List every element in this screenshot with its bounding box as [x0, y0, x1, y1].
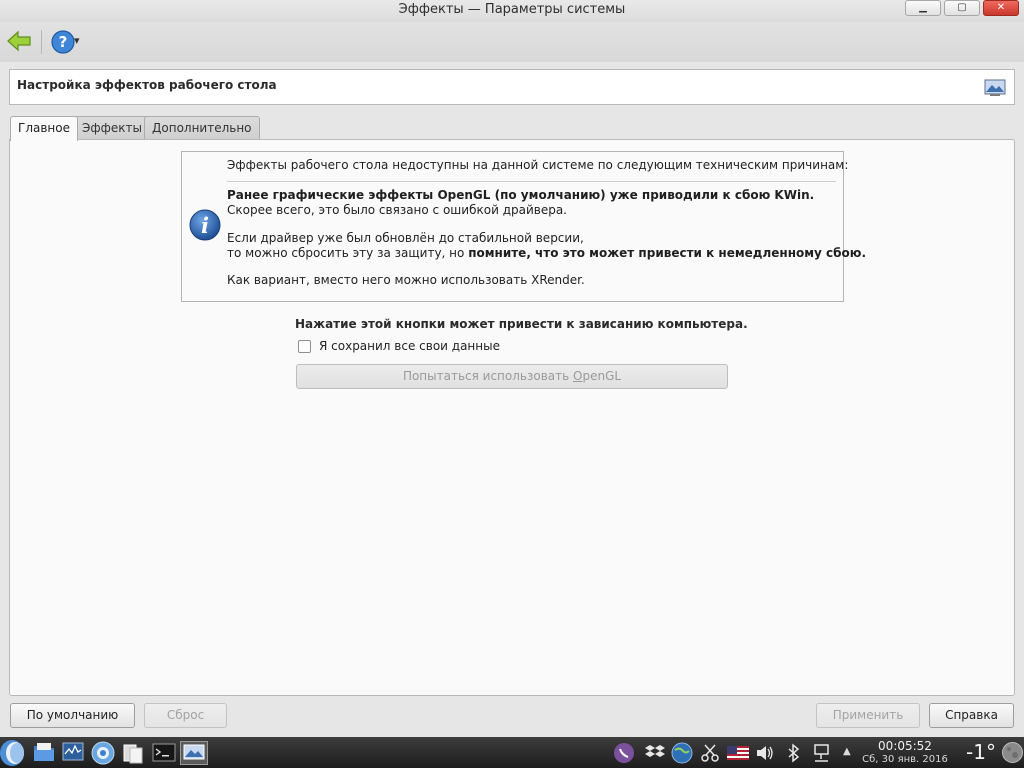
info-line-reset: то можно сбросить эту за защиту, но помн… — [227, 246, 866, 260]
keyboard-layout-tray[interactable] — [727, 746, 749, 763]
globe-icon — [671, 742, 693, 764]
terminal-icon — [152, 743, 176, 762]
reset-button[interactable]: Сброс — [144, 703, 227, 728]
help-footer-button[interactable]: Справка — [929, 703, 1014, 728]
info-line-crash: Ранее графические эффекты OpenGL (по умо… — [227, 188, 814, 202]
info-reset-warning: помните, что это может привести к немедл… — [468, 246, 867, 260]
info-intro: Эффекты рабочего стола недоступны на дан… — [227, 158, 849, 172]
weather-moon-icon — [1001, 741, 1024, 767]
browser-launcher[interactable] — [91, 741, 115, 768]
saved-data-checkbox[interactable] — [298, 340, 311, 353]
module-title: Настройка эффектов рабочего стола — [17, 78, 277, 92]
defaults-button[interactable]: По умолчанию — [10, 703, 135, 728]
desktop-effects-icon — [984, 79, 1006, 100]
try-opengl-button[interactable]: Попытаться использовать OpenGL — [296, 364, 728, 389]
back-button[interactable] — [6, 29, 32, 56]
tray-expand-icon[interactable]: ▲ — [843, 746, 851, 757]
info-crash-bold: Ранее графические эффекты OpenGL (по умо… — [227, 188, 815, 202]
terminal-launcher[interactable] — [152, 743, 176, 765]
system-settings-icon — [180, 741, 208, 765]
info-icon: i — [189, 209, 221, 244]
network-tray[interactable] — [812, 743, 832, 766]
bluetooth-icon — [788, 743, 800, 763]
viber-tray[interactable] — [613, 742, 635, 767]
browser-icon — [91, 741, 115, 765]
system-settings-task[interactable] — [180, 741, 208, 768]
try-opengl-label-prefix: Попытаться использовать — [402, 369, 574, 383]
volume-tray[interactable] — [755, 744, 775, 765]
system-monitor-launcher[interactable] — [62, 742, 84, 765]
network-icon — [814, 744, 829, 762]
warning-text: Нажатие этой кнопки может привести к зав… — [295, 317, 748, 331]
dropbox-tray[interactable] — [645, 744, 665, 765]
info-divider — [227, 181, 836, 182]
help-button[interactable]: ? — [50, 29, 76, 58]
help-menu-arrow-icon[interactable]: ▾ — [74, 34, 80, 47]
clipboard-launcher[interactable] — [122, 742, 144, 767]
svg-text:?: ? — [59, 33, 68, 51]
taskbar: ▲ 00:05:52 Сб, 30 янв. 2016 -1° — [0, 737, 1024, 768]
clock-time[interactable]: 00:05:52 — [870, 739, 940, 753]
start-menu-icon — [0, 740, 24, 766]
info-line-xrender: Как вариант, вместо него можно использов… — [227, 273, 585, 287]
info-line-driver: Скорее всего, это было связано с ошибкой… — [227, 203, 567, 217]
file-manager-launcher[interactable] — [33, 742, 55, 765]
minimize-button[interactable]: ▁ — [905, 0, 941, 16]
apply-button[interactable]: Применить — [816, 703, 920, 728]
viber-icon — [614, 743, 634, 763]
bluetooth-tray[interactable] — [787, 743, 801, 766]
tab-main[interactable]: Главное — [10, 116, 78, 141]
window-title: Эффекты — Параметры системы — [398, 2, 626, 17]
network-globe-tray[interactable] — [671, 742, 693, 767]
toolbar: ? ▾ — [0, 22, 1024, 62]
info-reset-text: то можно сбросить эту за защиту, но — [227, 246, 469, 260]
clipboard-tool-tray[interactable] — [700, 743, 720, 766]
svg-text:i: i — [201, 213, 209, 238]
tab-panel-main: i Эффекты рабочего стола недоступны на д… — [9, 139, 1015, 696]
folder-icon — [34, 743, 54, 761]
maximize-button[interactable]: ▢ — [944, 0, 980, 16]
close-button[interactable]: ✕ — [983, 0, 1019, 16]
tab-effects[interactable]: Эффекты — [74, 116, 150, 140]
try-opengl-label-suffix: penGL — [582, 369, 622, 383]
window-titlebar: Эффекты — Параметры системы ▁ ▢ ✕ — [0, 0, 1024, 22]
saved-data-checkbox-label[interactable]: Я сохранил все свои данные — [319, 339, 500, 353]
module-header: Настройка эффектов рабочего стола — [9, 69, 1015, 105]
speaker-icon — [757, 746, 773, 760]
toolbar-separator — [41, 30, 42, 54]
clipboard-icon — [123, 744, 143, 764]
back-arrow-icon — [7, 30, 31, 52]
start-menu-button[interactable] — [0, 738, 28, 768]
us-flag-icon — [727, 746, 749, 760]
info-message-box: i Эффекты рабочего стола недоступны на д… — [181, 151, 866, 302]
help-icon: ? — [51, 30, 75, 54]
weather-temperature[interactable]: -1° — [966, 740, 996, 764]
scissors-icon — [701, 744, 719, 762]
system-monitor-icon — [62, 742, 84, 761]
info-line-updated: Если драйвер уже был обновлён до стабиль… — [227, 231, 584, 245]
dropbox-icon — [645, 745, 665, 757]
clock-date[interactable]: Сб, 30 янв. 2016 — [858, 754, 952, 765]
tab-advanced[interactable]: Дополнительно — [144, 116, 260, 140]
